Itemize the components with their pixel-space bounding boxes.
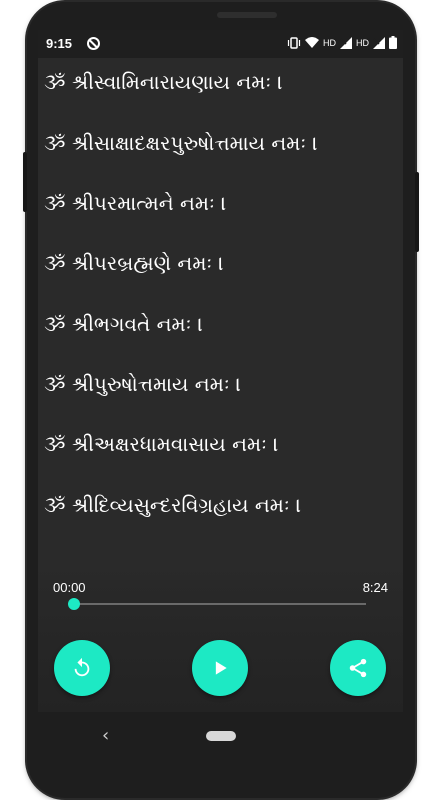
mantra-list: ૐ શ્રીસ્વામિનારાયણાય નમઃ । ૐ શ્રીસાક્ષાદ… [38, 58, 403, 578]
mantra-line: ૐ શ્રીપરમાત્મને નમઃ । [44, 191, 227, 215]
system-nav-bar: ‹ [38, 712, 403, 760]
share-icon [349, 658, 367, 678]
mantra-line: ૐ શ્રીસાક્ષાદક્ષરપુરુષોત્તમાય નમઃ । [44, 131, 318, 155]
network-type-label-2: HD [356, 37, 369, 48]
mantra-line: ૐ શ્રીભગવતે નમઃ । [44, 312, 204, 336]
replay-button[interactable] [54, 640, 110, 696]
play-button[interactable] [192, 640, 248, 696]
do-not-disturb-icon [87, 37, 100, 50]
replay-icon [74, 657, 90, 677]
seek-thumb[interactable] [68, 598, 80, 610]
audio-player: 00:00 8:24 [38, 560, 403, 712]
mantra-line: ૐ શ્રીપુરુષોત્તમાય નમઃ । [44, 372, 242, 396]
back-icon[interactable]: ‹ [102, 725, 109, 746]
signal-icon [340, 36, 352, 49]
play-icon [215, 661, 227, 675]
current-time: 00:00 [53, 580, 86, 595]
vibrate-icon [287, 36, 301, 49]
signal-icon-2 [373, 36, 385, 49]
earpiece [217, 12, 277, 18]
side-button-right [415, 172, 419, 252]
mantra-line: ૐ શ્રીસ્વામિનારાયણાય નમઃ । [44, 70, 283, 94]
total-time: 8:24 [362, 580, 388, 595]
wifi-icon [305, 36, 319, 48]
side-button-left [23, 152, 27, 212]
battery-icon [389, 36, 397, 49]
status-icons: HD HD [287, 36, 397, 49]
seek-bar[interactable] [74, 603, 366, 605]
network-type-label: HD [323, 37, 336, 48]
mantra-line: ૐ શ્રીદિવ્યસુન્દરવિગ્રહાય નમઃ । [44, 493, 302, 517]
status-bar: 9:15 HD HD [38, 30, 403, 58]
share-button[interactable] [330, 640, 386, 696]
mantra-line: ૐ શ્રીઅક્ષરધામવાસાય નમઃ । [44, 432, 279, 456]
mantra-line: ૐ શ્રીપરબ્રહ્મણે નમઃ । [44, 251, 224, 275]
status-time: 9:15 [46, 36, 73, 51]
home-pill[interactable] [206, 731, 236, 741]
app-screen: 9:15 HD HD ૐ શ્રીસ્વામિનારાયણાય નમઃ । ૐ … [38, 30, 403, 712]
